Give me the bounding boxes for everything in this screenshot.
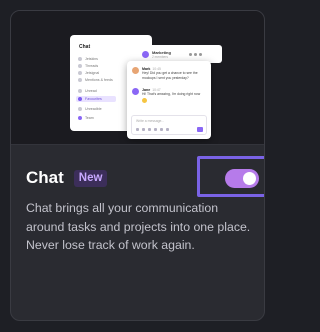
nav-dot-icon bbox=[78, 78, 82, 82]
preview-message: Jane 10:47 Hi! That's amazing, I'm doing … bbox=[132, 88, 206, 104]
composer-placeholder: Write a message... bbox=[136, 119, 165, 123]
composer-tools-icons bbox=[136, 128, 169, 131]
feature-title: Chat bbox=[26, 168, 64, 187]
feature-card: Chat Jetskins Threads Jetsignal Mentions… bbox=[10, 10, 265, 321]
nav-dot-icon bbox=[78, 97, 82, 101]
message-text: Hey! Did you get a chance to see the moc… bbox=[142, 71, 198, 80]
message-text: Hi! That's amazing, I'm doing right now bbox=[142, 92, 201, 97]
message-author: Jane bbox=[142, 88, 151, 92]
message-author: Mark bbox=[142, 67, 151, 71]
feature-description: Chat brings all your communication aroun… bbox=[26, 201, 251, 253]
preview-header-avatar bbox=[142, 51, 149, 58]
toggle-knob bbox=[243, 172, 256, 185]
preview-composer: Write a message... bbox=[131, 115, 207, 135]
feature-preview-image: Chat Jetskins Threads Jetsignal Mentions… bbox=[11, 11, 264, 145]
avatar bbox=[132, 88, 139, 95]
nav-dot-icon bbox=[78, 57, 82, 61]
toggle-highlight-frame bbox=[197, 156, 264, 197]
feature-toggle[interactable] bbox=[225, 169, 259, 188]
nav-dot-icon bbox=[78, 107, 82, 111]
preview-header-sub: 2 members bbox=[152, 55, 168, 59]
preview-nav-item-active: Favourites bbox=[76, 96, 116, 102]
new-badge: New bbox=[73, 169, 108, 187]
preview-chat-window: Mark 10:45 Hey! Did you get a chance to s… bbox=[127, 61, 211, 139]
emoji-icon bbox=[142, 97, 147, 103]
preview-message: Mark 10:45 Hey! Did you get a chance to s… bbox=[132, 67, 206, 80]
avatar-dot-icon bbox=[78, 116, 82, 120]
feature-title-row: Chat New bbox=[26, 168, 108, 188]
message-time: 10:45 bbox=[152, 67, 161, 71]
message-time: 10:47 bbox=[152, 88, 161, 92]
preview-app-title: Chat bbox=[79, 44, 91, 50]
avatar bbox=[132, 67, 139, 74]
preview-header-menu-icon bbox=[189, 53, 202, 56]
send-icon bbox=[197, 127, 203, 132]
nav-dot-icon bbox=[78, 89, 82, 93]
nav-dot-icon bbox=[78, 71, 82, 75]
nav-dot-icon bbox=[78, 64, 82, 68]
